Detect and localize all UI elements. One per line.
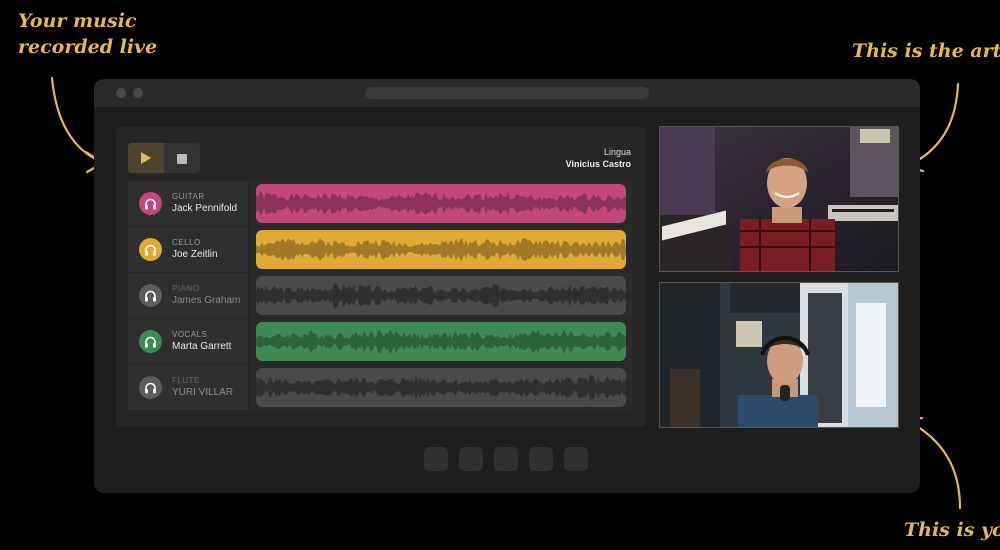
transport-controls bbox=[128, 143, 200, 173]
headphones-icon[interactable] bbox=[139, 330, 162, 353]
toolbar-button-4[interactable] bbox=[529, 447, 553, 471]
song-info: Lingua Vinicius Castro bbox=[566, 146, 631, 170]
track-instrument: GUITAR bbox=[172, 192, 205, 201]
track-instrument: VOCALS bbox=[172, 330, 208, 339]
window-minimize-button[interactable] bbox=[133, 88, 143, 98]
track-label: GUITAR Jack Pennifold bbox=[128, 181, 248, 226]
your-video-feed bbox=[659, 282, 899, 428]
track-waveform[interactable] bbox=[256, 276, 626, 315]
window-close-button[interactable] bbox=[116, 88, 126, 98]
track-waveform[interactable] bbox=[256, 322, 626, 361]
track-row[interactable]: VOCALS Marta Garrett bbox=[128, 319, 632, 364]
track-waveform[interactable] bbox=[256, 230, 626, 269]
track-row[interactable]: CELLO Joe Zeitlin bbox=[128, 227, 632, 272]
track-label: CELLO Joe Zeitlin bbox=[128, 227, 248, 272]
song-artist: Vinicius Castro bbox=[565, 159, 631, 169]
play-icon bbox=[141, 149, 151, 168]
song-title: Lingua bbox=[603, 147, 631, 157]
headphones-icon[interactable] bbox=[139, 376, 162, 399]
stop-button[interactable] bbox=[164, 143, 200, 173]
track-waveform-cell bbox=[250, 227, 632, 272]
headphones-icon[interactable] bbox=[139, 284, 162, 307]
title-bar bbox=[94, 79, 920, 107]
track-row[interactable]: FLUTE YURI VILLAR bbox=[128, 365, 632, 410]
track-list: GUITAR Jack Pennifold CELLO Joe Zeitlin PIAN… bbox=[128, 181, 632, 411]
track-waveform-cell bbox=[250, 319, 632, 364]
mixer-panel: Lingua Vinicius Castro GUITAR Jack Pennif… bbox=[116, 127, 646, 427]
headphones-icon[interactable] bbox=[139, 192, 162, 215]
toolbar-button-1[interactable] bbox=[424, 447, 448, 471]
track-waveform[interactable] bbox=[256, 184, 626, 223]
artist-video-feed bbox=[659, 126, 899, 272]
toolbar-button-3[interactable] bbox=[494, 447, 518, 471]
annotation-artist: This is the artist bbox=[852, 40, 1000, 62]
annotation-music-recorded-live: Your music recorded live bbox=[18, 10, 158, 58]
play-button[interactable] bbox=[128, 143, 164, 173]
track-row[interactable]: PIANO James Graham bbox=[128, 273, 632, 318]
track-player-name: James Graham bbox=[172, 295, 241, 306]
toolbar-button-2[interactable] bbox=[459, 447, 483, 471]
track-label: PIANO James Graham bbox=[128, 273, 248, 318]
track-label: VOCALS Marta Garrett bbox=[128, 319, 248, 364]
track-waveform-cell bbox=[250, 365, 632, 410]
track-waveform-cell bbox=[250, 273, 632, 318]
track-player-name: Jack Pennifold bbox=[172, 203, 238, 214]
toolbar-button-5[interactable] bbox=[564, 447, 588, 471]
track-instrument: FLUTE bbox=[172, 376, 200, 385]
track-player-name: Joe Zeitlin bbox=[172, 249, 218, 260]
track-instrument: PIANO bbox=[172, 284, 200, 293]
track-row[interactable]: GUITAR Jack Pennifold bbox=[128, 181, 632, 226]
track-player-name: YURI VILLAR bbox=[172, 387, 234, 398]
address-bar[interactable] bbox=[365, 87, 649, 99]
track-waveform[interactable] bbox=[256, 368, 626, 407]
track-instrument: CELLO bbox=[172, 238, 201, 247]
headphones-icon[interactable] bbox=[139, 238, 162, 261]
track-label: FLUTE YURI VILLAR bbox=[128, 365, 248, 410]
stop-icon bbox=[177, 149, 187, 168]
annotation-you: This is you bbox=[904, 519, 1000, 541]
track-player-name: Marta Garrett bbox=[172, 341, 232, 352]
track-waveform-cell bbox=[250, 181, 632, 226]
